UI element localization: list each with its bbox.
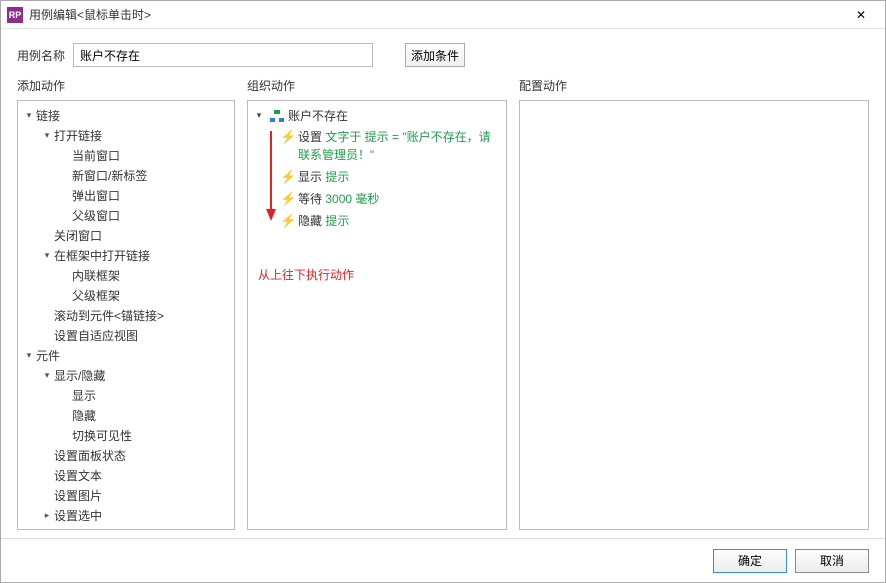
tree-item-label: 弹出窗口 <box>72 187 120 204</box>
configure-action-column: 配置动作 <box>519 75 869 530</box>
tree-item-label: 滚动到元件<锚链接> <box>54 307 164 324</box>
ok-button[interactable]: 确定 <box>713 549 787 573</box>
tree-item[interactable]: ▸新窗口/新标签 <box>18 165 234 185</box>
tree-arrow-icon: ▾ <box>42 370 52 381</box>
action-text: 显示 提示 <box>298 168 500 186</box>
tree-item-label: 切换可见性 <box>72 427 132 444</box>
tree-item[interactable]: ▸关闭窗口 <box>18 225 234 245</box>
add-action-panel[interactable]: ▾链接▾打开链接▸当前窗口▸新窗口/新标签▸弹出窗口▸父级窗口▸关闭窗口▾在框架… <box>17 100 235 530</box>
case-name-row: 用例名称 添加条件 <box>1 29 885 75</box>
add-action-header: 添加动作 <box>17 75 235 100</box>
tree-item[interactable]: ▸设置图片 <box>18 485 234 505</box>
tree-arrow-icon: ▸ <box>42 510 52 521</box>
action-row-set-text[interactable]: ⚡ 设置 文字于 提示 = "账户不存在，请联系管理员！" <box>254 126 500 166</box>
tree-arrow-icon: ▾ <box>24 350 34 361</box>
tree-item[interactable]: ▸设置自适应视图 <box>18 325 234 345</box>
tree-item-label: 当前窗口 <box>72 147 120 164</box>
window-title: 用例编辑<鼠标单击时> <box>29 6 841 23</box>
tree-item-label: 显示 <box>72 387 96 404</box>
tree-item[interactable]: ▾显示/隐藏 <box>18 365 234 385</box>
add-condition-button[interactable]: 添加条件 <box>405 43 465 67</box>
tree-item[interactable]: ▸隐藏 <box>18 405 234 425</box>
tree-item-label: 父级框架 <box>72 287 120 304</box>
bolt-icon: ⚡ <box>280 212 292 230</box>
tree-item[interactable]: ▸滚动到元件<锚链接> <box>18 305 234 325</box>
action-tree: ▾链接▾打开链接▸当前窗口▸新窗口/新标签▸弹出窗口▸父级窗口▸关闭窗口▾在框架… <box>18 101 234 529</box>
tree-item-label: 设置文本 <box>54 467 102 484</box>
case-row[interactable]: ▾ 账户不存在 <box>254 105 500 126</box>
tree-item-label: 设置自适应视图 <box>54 327 138 344</box>
tree-item[interactable]: ▸弹出窗口 <box>18 185 234 205</box>
action-row-wait[interactable]: ⚡ 等待 3000 毫秒 <box>254 188 500 210</box>
tree-item-label: 显示/隐藏 <box>54 367 105 384</box>
tree-item-label: 内联框架 <box>72 267 120 284</box>
tree-item[interactable]: ▸父级窗口 <box>18 205 234 225</box>
tree-item-label: 设置选中 <box>54 507 102 524</box>
bolt-icon: ⚡ <box>280 190 292 208</box>
tree-item[interactable]: ▸内联框架 <box>18 265 234 285</box>
tree-arrow-icon: ▾ <box>24 110 34 121</box>
organize-action-column: 组织动作 ▾ 账户不存在 ⚡ 设置 文字于 提示 <box>247 75 507 530</box>
tree-item-label: 链接 <box>36 107 60 124</box>
case-icon <box>270 110 284 122</box>
dialog-window: RP 用例编辑<鼠标单击时> ✕ 用例名称 添加条件 添加动作 ▾链接▾打开链接… <box>0 0 886 583</box>
action-text: 隐藏 提示 <box>298 212 500 230</box>
bolt-icon: ⚡ <box>280 168 292 186</box>
tree-arrow-icon: ▾ <box>42 250 52 261</box>
tree-item-label: 设置图片 <box>54 487 102 504</box>
tree-item[interactable]: ▸设置文本 <box>18 465 234 485</box>
columns: 添加动作 ▾链接▾打开链接▸当前窗口▸新窗口/新标签▸弹出窗口▸父级窗口▸关闭窗… <box>1 75 885 538</box>
close-button[interactable]: ✕ <box>841 1 881 29</box>
tree-arrow-icon: ▾ <box>42 130 52 141</box>
tree-item[interactable]: ▾打开链接 <box>18 125 234 145</box>
tree-item[interactable]: ▸显示 <box>18 385 234 405</box>
action-row-show[interactable]: ⚡ 显示 提示 <box>254 166 500 188</box>
tree-item-label: 在框架中打开链接 <box>54 247 150 264</box>
tree-item[interactable]: ▸切换可见性 <box>18 425 234 445</box>
tree-item-label: 新窗口/新标签 <box>72 167 147 184</box>
expand-icon: ▾ <box>254 110 264 121</box>
annotation-text: 从上往下执行动作 <box>258 266 500 283</box>
action-text: 设置 文字于 提示 = "账户不存在，请联系管理员！" <box>298 128 500 164</box>
action-text: 等待 3000 毫秒 <box>298 190 500 208</box>
tree-item-label: 关闭窗口 <box>54 227 102 244</box>
case-name-input[interactable] <box>73 43 373 67</box>
action-row-hide[interactable]: ⚡ 隐藏 提示 <box>254 210 500 232</box>
tree-item[interactable]: ▾元件 <box>18 345 234 365</box>
tree-item[interactable]: ▸父级框架 <box>18 285 234 305</box>
cancel-button[interactable]: 取消 <box>795 549 869 573</box>
configure-action-header: 配置动作 <box>519 75 869 100</box>
app-icon: RP <box>7 7 23 23</box>
tree-item-label: 设置面板状态 <box>54 447 126 464</box>
case-name-text: 账户不存在 <box>288 107 348 124</box>
tree-item[interactable]: ▸设置选中 <box>18 505 234 525</box>
configure-action-panel[interactable] <box>519 100 869 530</box>
tree-item-label: 隐藏 <box>72 407 96 424</box>
titlebar: RP 用例编辑<鼠标单击时> ✕ <box>1 1 885 29</box>
tree-item[interactable]: ▸设置面板状态 <box>18 445 234 465</box>
close-icon: ✕ <box>856 8 866 22</box>
add-action-column: 添加动作 ▾链接▾打开链接▸当前窗口▸新窗口/新标签▸弹出窗口▸父级窗口▸关闭窗… <box>17 75 235 530</box>
tree-item-label: 打开链接 <box>54 127 102 144</box>
organize-action-panel[interactable]: ▾ 账户不存在 ⚡ 设置 文字于 提示 = "账户不存在，请联系管理员！" <box>247 100 507 530</box>
tree-item[interactable]: ▾链接 <box>18 105 234 125</box>
tree-item[interactable]: ▾在框架中打开链接 <box>18 245 234 265</box>
tree-item[interactable]: ▸当前窗口 <box>18 145 234 165</box>
tree-item-label: 元件 <box>36 347 60 364</box>
dialog-footer: 确定 取消 <box>1 538 885 582</box>
tree-item-label: 父级窗口 <box>72 207 120 224</box>
organize-tree: ▾ 账户不存在 ⚡ 设置 文字于 提示 = "账户不存在，请联系管理员！" <box>248 101 506 287</box>
case-name-label: 用例名称 <box>17 47 65 64</box>
organize-action-header: 组织动作 <box>247 75 507 100</box>
bolt-icon: ⚡ <box>280 128 292 146</box>
